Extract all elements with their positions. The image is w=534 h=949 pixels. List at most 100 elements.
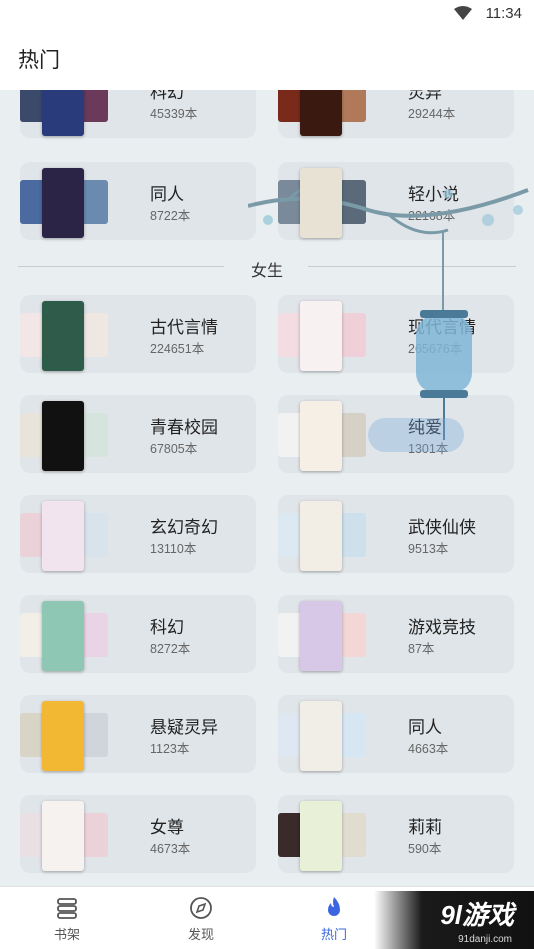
category-card[interactable]: 科幻 8272本 <box>20 595 256 673</box>
book-cover <box>300 801 342 871</box>
book-cover <box>300 401 342 471</box>
book-covers <box>278 401 366 471</box>
watermark-text: 9l游戏 <box>440 900 514 930</box>
category-card[interactable]: 莉莉 590本 <box>278 795 514 873</box>
book-covers <box>278 701 366 771</box>
book-cover <box>42 501 84 571</box>
tab-hot[interactable]: 热门 <box>289 895 379 943</box>
watermark-url: 91danji.com <box>458 934 512 945</box>
book-cover <box>42 168 84 238</box>
category-card-fanfic-male[interactable]: 同人 8722本 <box>20 162 256 240</box>
category-card[interactable]: 青春校园 67805本 <box>20 395 256 473</box>
book-cover <box>42 90 84 136</box>
category-name: 同人 <box>150 185 184 204</box>
category-count: 67805本 <box>150 442 198 456</box>
category-card[interactable]: 玄幻奇幻 13110本 <box>20 495 256 573</box>
book-cover <box>300 501 342 571</box>
book-cover <box>42 301 84 371</box>
category-name: 轻小说 <box>408 185 459 204</box>
category-name: 青春校园 <box>150 418 218 437</box>
category-card[interactable]: 同人 4663本 <box>278 695 514 773</box>
category-name: 古代言情 <box>150 318 218 337</box>
book-cover <box>42 801 84 871</box>
category-name: 灵异 <box>408 90 442 102</box>
book-cover <box>42 601 84 671</box>
bottom-tab-bar: 书架 发现 热门 9l游戏 91danji.com <box>0 886 534 949</box>
category-name: 纯爱 <box>408 418 442 437</box>
category-card-light-novel[interactable]: 轻小说 22168本 <box>278 162 514 240</box>
category-card[interactable]: 游戏竞技 87本 <box>278 595 514 673</box>
category-count: 13110本 <box>150 542 197 556</box>
book-cover <box>300 90 342 136</box>
category-count: 87本 <box>408 642 435 656</box>
category-count: 4673本 <box>150 842 191 856</box>
category-count: 590本 <box>408 842 442 856</box>
tab-bookshelf[interactable]: 书架 <box>22 895 112 943</box>
category-count: 4663本 <box>408 742 449 756</box>
tab-label: 热门 <box>320 927 347 942</box>
category-card[interactable]: 古代言情 224651本 <box>20 295 256 373</box>
category-name: 玄幻奇幻 <box>150 518 218 537</box>
book-covers <box>278 301 366 371</box>
book-covers <box>278 501 366 571</box>
category-name: 莉莉 <box>408 818 442 837</box>
divider-line <box>308 266 516 267</box>
category-count: 22168本 <box>408 209 456 223</box>
book-cover <box>42 701 84 771</box>
book-cover <box>300 601 342 671</box>
category-count: 8272本 <box>150 642 191 656</box>
book-cover <box>300 301 342 371</box>
category-list[interactable]: 科幻 45339本 灵异 29244本 同人 8722本 轻小说 22168本 … <box>0 90 534 886</box>
category-card[interactable]: 武侠仙侠 9513本 <box>278 495 514 573</box>
book-covers <box>278 801 366 871</box>
wifi-icon <box>454 6 472 20</box>
book-covers <box>20 90 108 136</box>
category-card[interactable]: 悬疑灵异 1123本 <box>20 695 256 773</box>
bookshelf-icon <box>57 898 77 919</box>
category-name: 科幻 <box>150 90 184 102</box>
page-title: 热门 <box>18 49 60 72</box>
book-covers <box>20 701 108 771</box>
book-covers <box>278 601 366 671</box>
category-card-scifi-male[interactable]: 科幻 45339本 <box>20 90 256 138</box>
category-count: 45339本 <box>150 107 198 121</box>
category-count: 224651本 <box>150 342 205 356</box>
category-count: 9513本 <box>408 542 449 556</box>
category-count: 29244本 <box>408 107 456 121</box>
category-card-supernatural-male[interactable]: 灵异 29244本 <box>278 90 514 138</box>
category-name: 悬疑灵异 <box>150 718 218 737</box>
tab-discover[interactable]: 发现 <box>156 895 246 943</box>
status-time: 11:34 <box>485 5 522 22</box>
category-name: 同人 <box>408 718 442 737</box>
category-card[interactable]: 纯爱 1301本 <box>278 395 514 473</box>
category-count: 8722本 <box>150 209 191 223</box>
app-header: 热门 <box>0 28 534 90</box>
book-covers <box>20 401 108 471</box>
book-covers <box>278 90 366 136</box>
book-covers <box>20 501 108 571</box>
tab-label: 发现 <box>187 927 214 942</box>
category-name: 科幻 <box>150 618 184 637</box>
category-count: 1123本 <box>150 742 190 756</box>
category-name: 女尊 <box>150 818 184 837</box>
category-count: 1301本 <box>408 442 449 456</box>
book-cover <box>42 401 84 471</box>
book-covers <box>20 601 108 671</box>
flame-icon <box>328 897 340 916</box>
book-covers <box>20 301 108 371</box>
tab-label: 书架 <box>53 927 80 942</box>
book-covers <box>20 168 108 238</box>
book-covers <box>278 168 366 238</box>
book-covers <box>20 801 108 871</box>
book-cover <box>300 701 342 771</box>
site-watermark: 9l游戏 91danji.com <box>374 891 534 949</box>
category-name: 游戏竞技 <box>408 618 476 637</box>
category-name: 武侠仙侠 <box>408 518 476 537</box>
book-cover <box>300 168 342 238</box>
status-bar: 11:34 <box>0 0 534 28</box>
category-card[interactable]: 女尊 4673本 <box>20 795 256 873</box>
category-count: 265676本 <box>408 342 463 356</box>
section-divider-female: 女生 <box>18 253 516 280</box>
category-card[interactable]: 现代言情 265676本 <box>278 295 514 373</box>
category-name: 现代言情 <box>408 318 476 337</box>
